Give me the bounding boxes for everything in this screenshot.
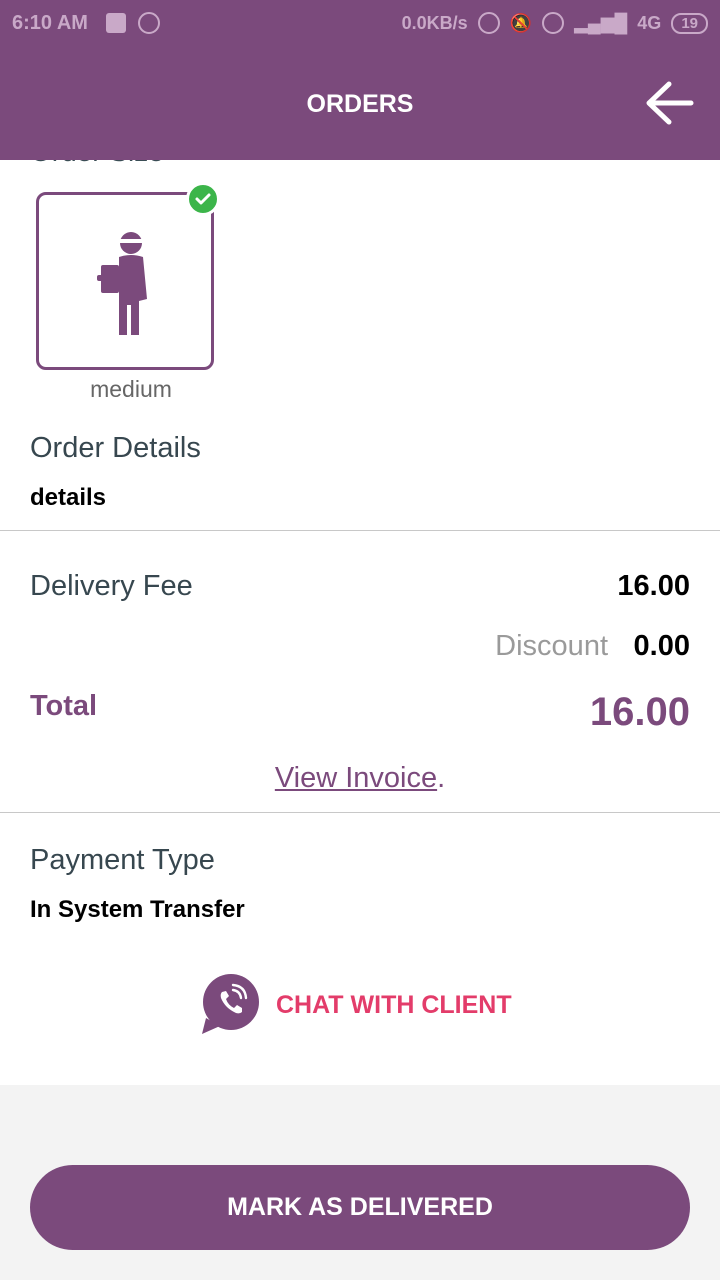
- network-type: 4G: [637, 12, 662, 33]
- order-details-value: details: [30, 484, 107, 511]
- battery-indicator: 19: [671, 12, 708, 34]
- app-bar: ORDERS: [0, 48, 720, 160]
- net-speed: 0.0KB/s: [401, 12, 468, 33]
- hotspot-icon: [477, 12, 500, 34]
- chat-with-client-button[interactable]: CHAT WITH CLIENT: [200, 974, 512, 1036]
- selected-check-icon: [186, 182, 220, 216]
- total-label: Total: [30, 690, 98, 722]
- status-bar: 6:10 AM 0.0KB/s 🔕 ▂▄▆█ 4G 19: [0, 0, 720, 48]
- delivery-person-icon: [97, 232, 147, 335]
- invoice-row: View Invoice.: [0, 762, 720, 795]
- page-title: ORDERS: [306, 90, 414, 118]
- payment-type-value: In System Transfer: [30, 896, 245, 923]
- mute-icon: 🔕: [509, 12, 533, 33]
- gallery-icon: [106, 13, 126, 33]
- delivery-fee-label: Delivery Fee: [30, 570, 193, 602]
- discount-label: Discount: [495, 630, 608, 662]
- discount-value: 0.00: [633, 630, 690, 662]
- invoice-suffix: .: [437, 762, 446, 794]
- order-content: Order Size medium Order Details details …: [0, 110, 720, 1085]
- signal-icon: ▂▄▆█: [574, 12, 628, 33]
- whatsapp-icon: [138, 12, 160, 34]
- arrow-back-icon[interactable]: [644, 80, 694, 126]
- divider: [0, 812, 720, 813]
- chat-with-client-label: CHAT WITH CLIENT: [276, 990, 512, 1019]
- delivery-fee-value: 16.00: [617, 570, 690, 602]
- mark-as-delivered-button[interactable]: MARK AS DELIVERED: [30, 1165, 690, 1250]
- divider: [0, 530, 720, 531]
- size-option-medium[interactable]: [36, 192, 214, 370]
- status-time: 6:10 AM: [12, 12, 88, 34]
- alarm-icon: [542, 12, 565, 34]
- total-value: 16.00: [589, 690, 690, 734]
- viber-call-icon: [202, 974, 259, 1034]
- view-invoice-link[interactable]: View Invoice: [275, 762, 437, 794]
- order-details-label: Order Details: [30, 432, 201, 464]
- scalloped-edge: [0, 1062, 720, 1078]
- payment-type-label: Payment Type: [30, 844, 215, 876]
- size-option-label: medium: [90, 376, 172, 402]
